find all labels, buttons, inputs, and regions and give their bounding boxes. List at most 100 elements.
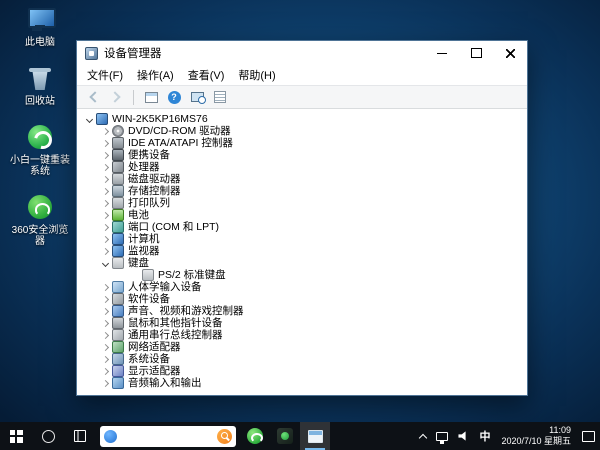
360-browser-icon [25, 192, 55, 222]
chevron-right-icon[interactable] [99, 305, 111, 317]
desktop-icon-label: 回收站 [25, 96, 55, 107]
chevron-right-icon[interactable] [99, 329, 111, 341]
properties-button[interactable] [210, 87, 230, 107]
chevron-right-icon[interactable] [99, 377, 111, 389]
system-device-icon [112, 353, 124, 365]
search-magnifier-icon[interactable] [217, 429, 232, 444]
computer-icon [96, 113, 108, 125]
action-center-button[interactable] [577, 422, 600, 450]
chevron-right-icon[interactable] [99, 365, 111, 377]
taskbar-search-box[interactable] [100, 426, 236, 447]
desktop-icon-label: 360安全浏览器 [7, 225, 73, 247]
ime-indicator[interactable]: 中 [474, 422, 495, 450]
desktop-icon-360-browser[interactable]: 360安全浏览器 [4, 192, 76, 247]
dvd-drive-icon [112, 125, 124, 137]
tree-item[interactable]: 显示适配器 [79, 365, 527, 377]
console-window-icon [145, 92, 158, 103]
menu-action[interactable]: 操作(A) [130, 65, 181, 85]
tree-item-label: 磁盘驱动器 [128, 173, 181, 185]
tree-root-item[interactable]: WIN-2K5KP16MS76 [79, 113, 527, 125]
tree-item[interactable]: DVD/CD-ROM 驱动器 [79, 125, 527, 137]
chevron-expanded-icon[interactable] [83, 113, 95, 125]
desktop-icon-this-pc[interactable]: 此电脑 [4, 4, 76, 48]
chevron-right-icon[interactable] [99, 341, 111, 353]
search-input[interactable] [121, 428, 213, 444]
titlebar[interactable]: 设备管理器 [77, 41, 527, 65]
volume-control[interactable] [453, 422, 474, 450]
taskbar-app-xiaobai[interactable] [270, 422, 300, 450]
chevron-right-icon[interactable] [99, 233, 111, 245]
chevron-right-icon[interactable] [99, 281, 111, 293]
tree-item[interactable]: 打印队列 [79, 197, 527, 209]
chevron-right-icon[interactable] [99, 221, 111, 233]
network-icon [436, 432, 448, 441]
tree-item[interactable]: 软件设备 [79, 293, 527, 305]
audio-io-icon [112, 377, 124, 389]
taskbar: 中 11:09 2020/7/10 星期五 [0, 422, 600, 450]
processor-icon [112, 161, 124, 173]
tree-item[interactable]: 音频输入和输出 [79, 377, 527, 389]
tree-item[interactable]: 监视器 [79, 245, 527, 257]
tree-item[interactable]: IDE ATA/ATAPI 控制器 [79, 137, 527, 149]
console-window-button[interactable] [141, 87, 161, 107]
chevron-right-icon[interactable] [99, 353, 111, 365]
tree-item[interactable]: 便携设备 [79, 149, 527, 161]
task-view-button[interactable] [64, 422, 96, 450]
tree-item[interactable]: 磁盘驱动器 [79, 173, 527, 185]
tree-item[interactable]: 网络适配器 [79, 341, 527, 353]
chevron-right-icon[interactable] [99, 293, 111, 305]
menu-file[interactable]: 文件(F) [80, 65, 130, 85]
tree-item[interactable]: PS/2 标准键盘 [79, 269, 527, 281]
keyboard-icon [142, 269, 154, 281]
action-center-icon [582, 431, 595, 442]
tree-item-label: 计算机 [128, 233, 160, 245]
chevron-expanded-icon[interactable] [99, 257, 111, 269]
tree-item[interactable]: 电池 [79, 209, 527, 221]
tree-item[interactable]: 计算机 [79, 233, 527, 245]
chevron-right-icon[interactable] [99, 209, 111, 221]
tree-item[interactable]: 存储控制器 [79, 185, 527, 197]
chevron-right-icon[interactable] [99, 173, 111, 185]
tree-item[interactable]: 键盘 [79, 257, 527, 269]
device-manager-window: 设备管理器 文件(F) 操作(A) 查看(V) 帮助(H) WIN-2K5KP1… [76, 40, 528, 396]
back-button[interactable] [83, 87, 103, 107]
forward-arrow-icon [109, 91, 120, 102]
tree-item[interactable]: 鼠标和其他指针设备 [79, 317, 527, 329]
chevron-right-icon[interactable] [99, 149, 111, 161]
taskbar-app-360-browser[interactable] [240, 422, 270, 450]
tree-item[interactable]: 端口 (COM 和 LPT) [79, 221, 527, 233]
tree-item[interactable]: 处理器 [79, 161, 527, 173]
hidden-icons-button[interactable] [415, 422, 431, 450]
chevron-right-icon[interactable] [99, 317, 111, 329]
tree-item[interactable]: 通用串行总线控制器 [79, 329, 527, 341]
menu-help[interactable]: 帮助(H) [231, 65, 282, 85]
close-button[interactable] [493, 41, 527, 65]
menu-view[interactable]: 查看(V) [181, 65, 232, 85]
cortana-button[interactable] [32, 422, 64, 450]
network-status[interactable] [431, 422, 453, 450]
chevron-right-icon[interactable] [99, 185, 111, 197]
tree-item[interactable]: 声音、视频和游戏控制器 [79, 305, 527, 317]
help-button[interactable] [164, 87, 184, 107]
taskbar-app-device-manager[interactable] [300, 422, 330, 450]
tree-item-label: 网络适配器 [128, 341, 181, 353]
computer-icon [112, 233, 124, 245]
desktop-icon-recycle-bin[interactable]: 回收站 [4, 63, 76, 107]
chevron-right-icon[interactable] [99, 245, 111, 257]
chevron-right-icon[interactable] [99, 161, 111, 173]
scan-hardware-button[interactable] [187, 87, 207, 107]
clock[interactable]: 11:09 2020/7/10 星期五 [495, 425, 577, 447]
start-button[interactable] [0, 422, 32, 450]
minimize-button[interactable] [425, 41, 459, 65]
chevron-right-icon[interactable] [99, 137, 111, 149]
window-title: 设备管理器 [104, 45, 425, 61]
battery-icon [112, 209, 124, 221]
tree-item-label: PS/2 标准键盘 [158, 269, 226, 281]
desktop-icon-xiaobai-reinstall[interactable]: 小白一键重装系统 [4, 122, 76, 177]
chevron-right-icon[interactable] [99, 125, 111, 137]
tree-item[interactable]: 人体学输入设备 [79, 281, 527, 293]
tree-item[interactable]: 系统设备 [79, 353, 527, 365]
forward-button[interactable] [106, 87, 126, 107]
chevron-right-icon[interactable] [99, 197, 111, 209]
maximize-button[interactable] [459, 41, 493, 65]
